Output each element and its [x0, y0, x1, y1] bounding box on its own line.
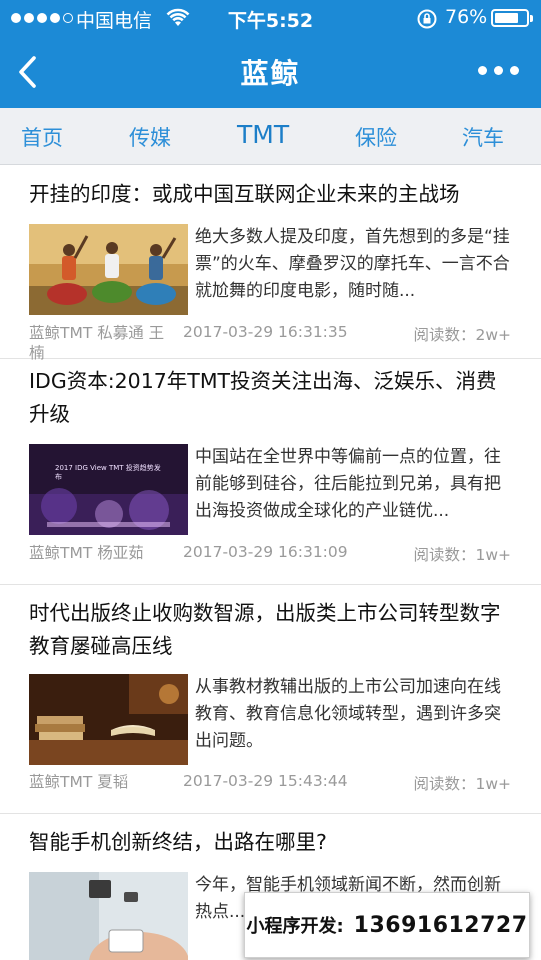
thumbnail-caption: 2017 IDG View TMT 投资趋势发布 [55, 464, 161, 481]
article-date: 2017-03-29 15:43:44 [183, 772, 348, 790]
article-title[interactable]: IDG资本:2017年TMT投资关注出海、泛娱乐、消费升级 [29, 365, 517, 431]
battery-percent: 76% [445, 6, 488, 28]
article-summary: 绝大多数人提及印度，首先想到的多是“挂票”的火车、摩叠罗汉的摩托车、一言不合就尬… [195, 227, 510, 301]
article-title[interactable]: 时代出版终止收购数智源，出版类上市公司转型数字教育屡碰高压线 [29, 597, 517, 663]
promo-label: 小程序开发: [246, 916, 344, 937]
article-card[interactable]: IDG资本:2017年TMT投资关注出海、泛娱乐、消费升级 2017 IDG V… [0, 359, 541, 585]
tab-insurance[interactable]: 保险 [355, 122, 397, 152]
article-read-count: 阅读数：2w+ [413, 326, 511, 344]
tab-auto[interactable]: 汽车 [462, 122, 504, 152]
page-title: 蓝鲸 [240, 57, 301, 90]
more-options-icon[interactable] [478, 66, 519, 75]
article-thumbnail[interactable] [29, 224, 188, 315]
article-read-count: 阅读数：1w+ [413, 546, 511, 564]
article-thumbnail[interactable] [29, 674, 188, 765]
article-summary: 从事教材教辅出版的上市公司加速向在线教育、教育信息化领域转型，遇到许多突出问题。 [195, 677, 501, 751]
article-date: 2017-03-29 16:31:35 [183, 323, 348, 341]
article-summary: 中国站在全世界中等偏前一点的位置，往前能够到硅谷，往后能拉到兄弟，具有把出海投资… [195, 447, 501, 521]
article-thumbnail[interactable]: 2017 IDG View TMT 投资趋势发布 [29, 444, 188, 535]
promo-badge: 小程序开发: 13691612727 [244, 892, 530, 958]
rotation-lock-icon [416, 8, 438, 35]
article-card[interactable]: 时代出版终止收购数智源，出版类上市公司转型数字教育屡碰高压线 从事教材教辅出版的… [0, 585, 541, 814]
article-list: 开挂的印度：或成中国互联网企业未来的主战场 绝大多数人提及印度，首先想到的多是“… [0, 166, 541, 960]
article-card[interactable]: 开挂的印度：或成中国互联网企业未来的主战场 绝大多数人提及印度，首先想到的多是“… [0, 166, 541, 362]
battery-icon [491, 9, 533, 27]
article-date: 2017-03-29 16:31:09 [183, 543, 348, 561]
article-title[interactable]: 开挂的印度：或成中国互联网企业未来的主战场 [29, 178, 517, 211]
category-tabs: 首页 传媒 TMT 保险 汽车 [0, 108, 541, 165]
article-title[interactable]: 智能手机创新终结，出路在哪里? [29, 826, 517, 859]
article-author: 蓝鲸TMT 私募通 王楠 [29, 324, 165, 362]
nav-bar: 蓝鲸 [0, 36, 541, 108]
tab-media[interactable]: 传媒 [129, 122, 171, 152]
status-bar: 中国电信 下午5:52 76% [0, 0, 541, 36]
tab-home[interactable]: 首页 [21, 122, 63, 152]
article-thumbnail[interactable] [29, 872, 188, 960]
tab-tmt[interactable]: TMT [237, 120, 289, 149]
article-author: 蓝鲸TMT 杨亚茹 [29, 544, 144, 562]
article-read-count: 阅读数：1w+ [413, 775, 511, 793]
article-author: 蓝鲸TMT 夏韬 [29, 773, 129, 791]
promo-phone: 13691612727 [353, 912, 528, 938]
